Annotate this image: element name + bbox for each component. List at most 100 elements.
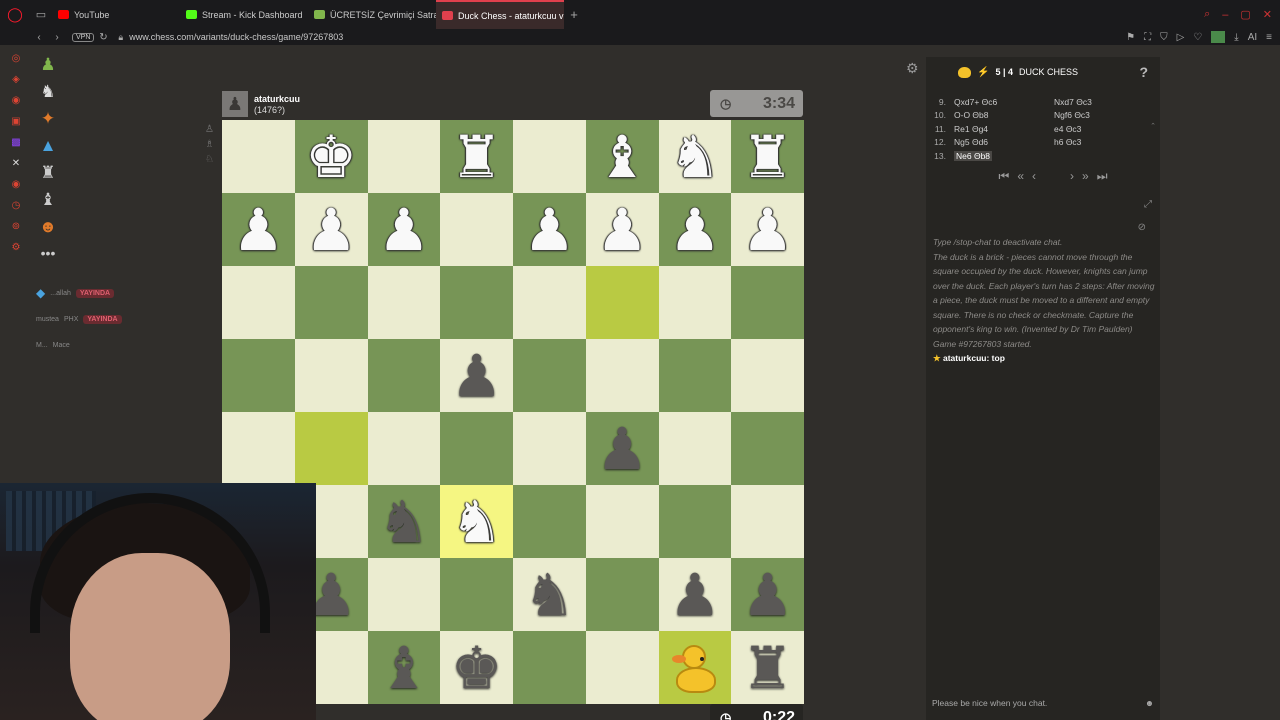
board-square[interactable]: ♜ (731, 631, 804, 704)
move-text[interactable]: O-O Θb8 (954, 110, 988, 120)
url-field[interactable]: www.chess.com/variants/duck-chess/game/9… (129, 32, 343, 42)
news-nav-icon[interactable]: ♝ (40, 190, 55, 209)
board-square[interactable]: ♞ (440, 485, 513, 558)
black-knight-piece[interactable]: ♞ (523, 566, 575, 624)
sidebar-history-icon[interactable]: ◷ (12, 200, 21, 211)
board-square[interactable]: ♝ (585, 120, 659, 193)
white-move[interactable]: Ng5 Θd6 (954, 137, 1054, 147)
sidebar-player-icon[interactable]: ◉ (12, 179, 21, 190)
board-square[interactable]: ♟ (585, 193, 659, 266)
board-square[interactable] (658, 266, 732, 339)
board-square[interactable] (367, 558, 441, 631)
board-square[interactable] (440, 412, 513, 485)
tab-youtube[interactable]: YouTube (52, 0, 180, 29)
board-square[interactable]: ♜ (731, 120, 804, 193)
sidebar-speeddial-icon[interactable]: ◈ (12, 74, 20, 85)
minimize-button[interactable]: – (1222, 9, 1228, 21)
move-text[interactable]: Ng5 Θd6 (954, 137, 988, 147)
first-move-icon[interactable]: ⏮ (999, 169, 1010, 184)
prev-move-fast-icon[interactable]: « (1017, 169, 1024, 183)
board-square[interactable]: ♟ (513, 193, 586, 266)
white-move[interactable]: O-O Θb8 (954, 110, 1054, 120)
board-square[interactable] (440, 558, 513, 631)
stream-item[interactable]: M... Mace (36, 332, 122, 358)
white-pawn-piece[interactable]: ♟ (523, 201, 575, 259)
play-icon[interactable]: ▷ (1177, 32, 1185, 43)
vpn-badge[interactable]: VPN (72, 32, 95, 42)
hide-chat-icon[interactable]: ⊘ (1138, 222, 1146, 233)
board-square[interactable]: ♟ (585, 412, 659, 485)
board-square[interactable] (513, 120, 586, 193)
board-square[interactable] (731, 412, 804, 485)
white-knight-piece[interactable]: ♞ (669, 128, 721, 186)
black-rook-piece[interactable]: ♜ (742, 639, 794, 697)
snapshot-icon[interactable]: ⛶ (1144, 32, 1151, 43)
board-square[interactable]: ♟ (367, 193, 441, 266)
board-square[interactable] (440, 266, 513, 339)
board-square[interactable] (513, 266, 586, 339)
board-square[interactable]: ♟ (731, 193, 804, 266)
white-pawn-piece[interactable]: ♟ (305, 201, 357, 259)
white-rook-piece[interactable]: ♜ (742, 128, 794, 186)
board-square[interactable] (658, 631, 732, 704)
board-square[interactable] (513, 631, 586, 704)
board-square[interactable] (294, 412, 368, 485)
board-square[interactable]: ♟ (222, 193, 295, 266)
board-square[interactable]: ♟ (294, 193, 368, 266)
board-square[interactable]: ♚ (294, 120, 368, 193)
white-move[interactable]: Ne6 Θb8 (954, 150, 1054, 161)
board-square[interactable] (440, 193, 513, 266)
heart-icon[interactable]: ♡ (1193, 32, 1202, 43)
white-pawn-piece[interactable]: ♟ (378, 201, 430, 259)
puzzles-nav-icon[interactable]: ✦ (41, 109, 55, 128)
white-knight-piece[interactable]: ♞ (451, 493, 503, 551)
learn-nav-icon[interactable]: ▲ (40, 136, 57, 155)
black-pawn-piece[interactable]: ♟ (596, 420, 648, 478)
emoji-icon[interactable]: ☻ (1145, 698, 1154, 708)
white-pawn-piece[interactable]: ♟ (742, 201, 794, 259)
avatar[interactable]: ♟ (222, 91, 248, 117)
menu-icon[interactable]: ≡ (1266, 32, 1272, 43)
opponent-name[interactable]: ataturkcuu (254, 94, 300, 105)
sidebar-messenger-icon[interactable]: ◉ (12, 95, 21, 106)
profile-avatar[interactable] (1211, 31, 1226, 43)
board-square[interactable]: ♞ (513, 558, 586, 631)
chat-user[interactable]: ataturkcuu (943, 353, 986, 363)
scroll-up-icon[interactable]: ⌃ (1150, 122, 1156, 130)
black-move[interactable]: Nxd7 Θc3 (1054, 97, 1144, 107)
board-square[interactable] (222, 339, 295, 412)
board-square[interactable] (585, 339, 659, 412)
board-square[interactable]: ♟ (731, 558, 804, 631)
white-pawn-piece[interactable]: ♟ (669, 201, 721, 259)
board-square[interactable] (367, 266, 441, 339)
social-nav-icon[interactable]: ☻ (39, 217, 57, 236)
next-move-icon[interactable]: › (1070, 169, 1074, 183)
tab-menu-icon[interactable]: ▭ (30, 0, 52, 29)
move-text[interactable]: Re1 Θg4 (954, 124, 988, 134)
aria-ai-icon[interactable]: AI (1248, 32, 1257, 43)
maximize-button[interactable]: ▢ (1240, 8, 1250, 21)
more-icon[interactable]: ••• (41, 244, 56, 263)
black-pawn-piece[interactable]: ♟ (451, 347, 503, 405)
sidebar-settings-icon[interactable]: ⚙ (12, 242, 21, 253)
download-icon[interactable]: ⤓ (1234, 32, 1238, 43)
board-square[interactable]: ♝ (367, 631, 441, 704)
white-pawn-piece[interactable]: ♟ (596, 201, 648, 259)
expand-icon[interactable]: ⤢ (1144, 199, 1152, 210)
bookmark-icon[interactable]: ⚑ (1126, 32, 1135, 43)
board-square[interactable] (222, 120, 295, 193)
board-square[interactable] (585, 485, 659, 558)
board-square[interactable] (731, 266, 804, 339)
board-square[interactable] (731, 485, 804, 558)
board-square[interactable] (222, 266, 295, 339)
chess-logo-icon[interactable]: ♟ (40, 55, 55, 74)
board-square[interactable] (731, 339, 804, 412)
reload-icon[interactable]: ↻ (94, 32, 112, 43)
black-king-piece[interactable]: ♚ (451, 639, 503, 697)
board-square[interactable] (222, 412, 295, 485)
sidebar-tabs-icon[interactable]: ⊚ (12, 221, 20, 232)
board-square[interactable] (585, 631, 659, 704)
board-settings-icon[interactable]: ⚙ (906, 60, 919, 77)
prev-move-icon[interactable]: ‹ (1032, 169, 1036, 183)
sidebar-instagram-icon[interactable]: ▣ (11, 116, 20, 127)
